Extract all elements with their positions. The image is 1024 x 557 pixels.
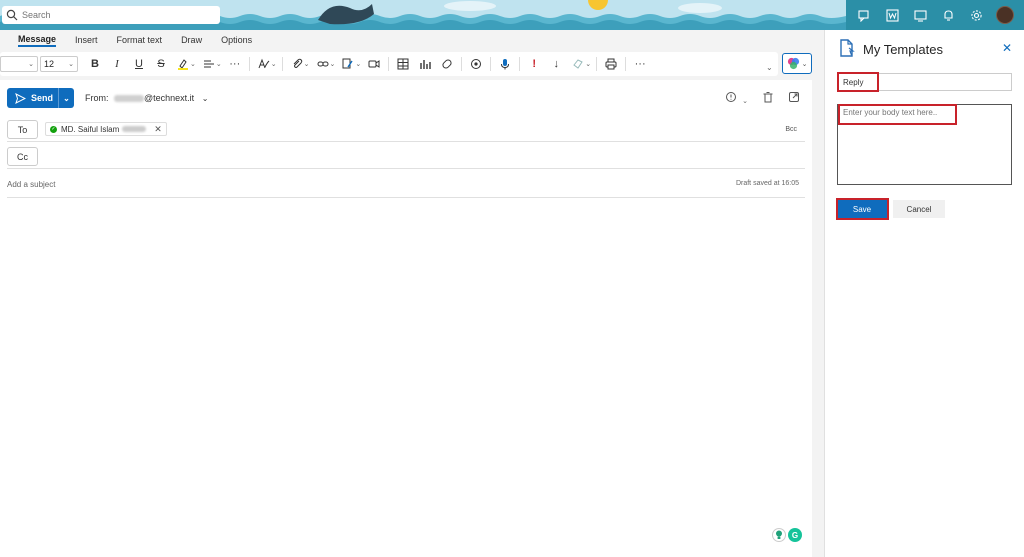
italic-icon[interactable]: I	[106, 54, 128, 74]
template-body-input[interactable]	[837, 104, 1012, 185]
toolbar-divider	[461, 57, 463, 71]
toolbar-divider	[248, 57, 250, 71]
tab-message[interactable]: Message	[18, 34, 57, 47]
cc-button[interactable]: Cc	[7, 147, 38, 166]
remove-recipient-icon[interactable]: ✕	[154, 124, 162, 135]
chevron-down-icon[interactable]: ⌄	[330, 60, 336, 68]
send-label: Send	[31, 93, 54, 103]
recipient-chip[interactable]: ✓ MD. Saiful Islam ✕	[45, 122, 167, 136]
search-input[interactable]	[22, 10, 212, 20]
device-icon[interactable]	[912, 7, 928, 23]
strikethrough-icon[interactable]: S	[150, 54, 172, 74]
chevron-down-icon[interactable]: ⌄	[304, 60, 310, 68]
expand-ribbon-icon[interactable]: ⌄	[766, 63, 773, 72]
send-main[interactable]: Send	[7, 88, 59, 108]
chevron-down-icon[interactable]: ⌄	[59, 94, 74, 103]
redacted-text	[122, 126, 147, 132]
font-size-select[interactable]: 12 ⌄	[40, 56, 78, 72]
font-family-select[interactable]: ⌄	[0, 56, 38, 72]
bell-icon[interactable]	[940, 7, 956, 23]
chevron-down-icon[interactable]: ⌄	[216, 60, 222, 68]
importance-high-icon[interactable]: !	[523, 54, 545, 74]
compose-pane: Send ⌄ From: @technext.it ⌄ ⌄ To ✓ MD. S…	[0, 80, 812, 557]
toolbar-divider	[625, 57, 627, 71]
discard-icon[interactable]	[762, 90, 774, 108]
my-templates-pane: My Templates ✕ Save Cancel	[825, 30, 1024, 557]
avatar[interactable]	[996, 6, 1014, 24]
copilot-button[interactable]: ⌄	[782, 53, 812, 74]
compose-tools: ⌄	[725, 90, 800, 108]
meeting-icon[interactable]	[363, 54, 385, 74]
chart-icon[interactable]	[414, 54, 436, 74]
save-button[interactable]: Save	[837, 200, 887, 218]
presence-available-icon: ✓	[50, 125, 57, 133]
subject-row[interactable]: Add a subject Draft saved at 16:05	[7, 180, 805, 198]
chevron-down-icon: ⌄	[801, 60, 808, 68]
gear-icon[interactable]	[968, 7, 984, 23]
lightbulb-icon[interactable]	[772, 528, 786, 542]
cc-row: Cc	[7, 147, 805, 169]
to-row: To ✓ MD. Saiful Islam ✕ Bcc	[7, 120, 805, 142]
importance-low-icon[interactable]: ↓	[545, 54, 567, 74]
font-size-value: 12	[44, 59, 55, 69]
chevron-down-icon[interactable]: ⌄	[585, 60, 591, 68]
grammarly-icon[interactable]: G	[788, 528, 802, 542]
word-icon[interactable]	[884, 7, 900, 23]
copilot-icon	[787, 57, 799, 70]
to-button[interactable]: To	[7, 120, 38, 139]
chevron-down-icon[interactable]: ⌄	[190, 60, 196, 68]
toolbar-divider	[519, 57, 521, 71]
from-field[interactable]: From: @technext.it ⌄	[85, 93, 208, 103]
ribbon-tabs: Message Insert Format text Draw Options	[0, 30, 824, 50]
from-label: From:	[85, 93, 109, 103]
chevron-down-icon[interactable]: ⌄	[355, 60, 361, 68]
sensitivity-shield-icon[interactable]: ⌄	[725, 90, 748, 108]
send-button[interactable]: Send ⌄	[7, 88, 74, 108]
tab-insert[interactable]: Insert	[75, 35, 98, 45]
tab-format-text[interactable]: Format text	[117, 35, 163, 45]
pop-out-icon[interactable]	[788, 90, 800, 108]
print-icon[interactable]	[600, 54, 622, 74]
more-options-icon[interactable]: ···	[629, 54, 651, 74]
send-icon	[15, 92, 26, 104]
redacted-text	[114, 95, 145, 103]
header-actions	[846, 0, 1024, 30]
search-box[interactable]	[2, 6, 220, 24]
table-icon[interactable]	[392, 54, 414, 74]
toolbar-divider	[281, 57, 283, 71]
toolbar-divider	[388, 57, 390, 71]
pane-title: My Templates	[863, 42, 943, 57]
bcc-link[interactable]: Bcc	[785, 126, 797, 133]
draft-status: Draft saved at 16:05	[735, 180, 799, 187]
tab-options[interactable]: Options	[221, 35, 252, 45]
template-title-input[interactable]	[837, 73, 1012, 91]
close-icon[interactable]: ✕	[1002, 41, 1012, 55]
loop-icon[interactable]	[436, 54, 458, 74]
app-header	[0, 0, 1024, 30]
bold-icon[interactable]: B	[84, 54, 106, 74]
chat-icon[interactable]	[856, 7, 872, 23]
writing-assistants: G	[772, 528, 802, 542]
chevron-down-icon[interactable]: ⌄	[271, 60, 277, 68]
underline-icon[interactable]: U	[128, 54, 150, 74]
toolbar-divider	[596, 57, 598, 71]
search-icon	[6, 9, 18, 21]
template-document-icon	[840, 39, 855, 57]
tab-draw[interactable]: Draw	[181, 35, 202, 45]
from-domain: @technext.it	[144, 93, 195, 103]
copilot-chat-icon[interactable]	[465, 54, 487, 74]
toolbar-divider	[490, 57, 492, 71]
cancel-button[interactable]: Cancel	[893, 200, 945, 218]
more-icon[interactable]: ···	[224, 54, 246, 74]
chevron-down-icon: ⌄	[201, 94, 209, 103]
formatting-toolbar: ⌄ 12 ⌄ B I U S ⌄ ⌄ ··· ⌄ ⌄ ⌄ ⌄ ! ↓ ⌄ ···	[0, 52, 778, 76]
recipient-name: MD. Saiful Islam	[61, 124, 120, 134]
subject-input[interactable]: Add a subject	[7, 180, 55, 197]
dictate-icon[interactable]	[494, 54, 516, 74]
